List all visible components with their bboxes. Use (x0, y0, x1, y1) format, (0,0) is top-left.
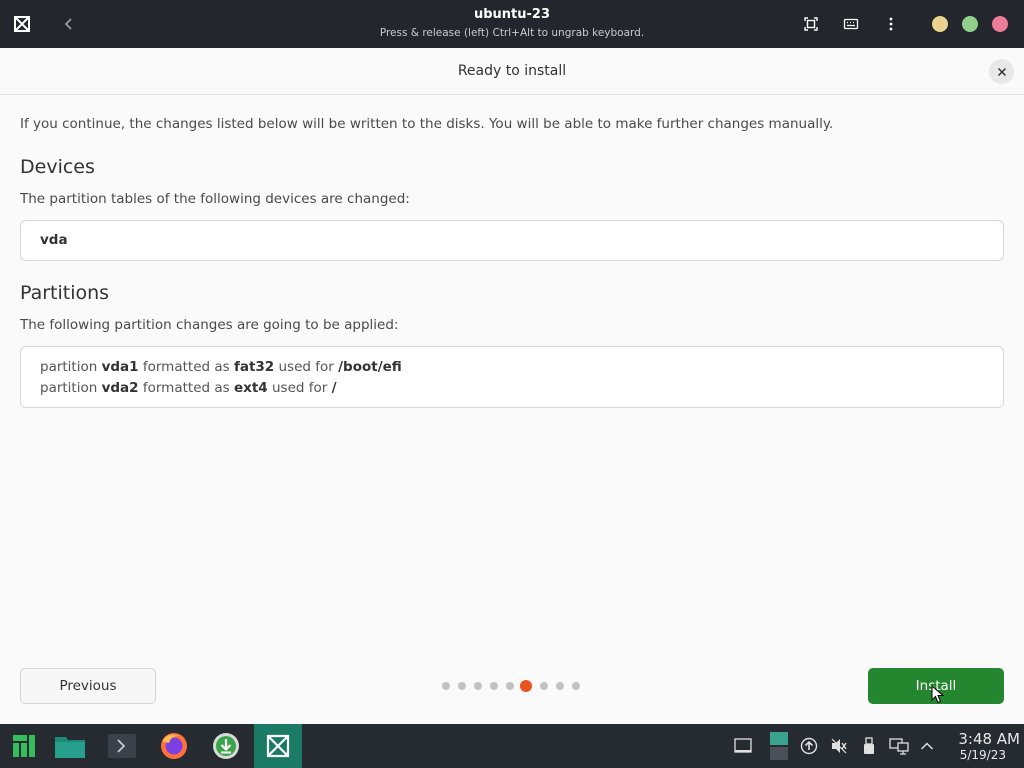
updates-icon[interactable] (799, 736, 819, 756)
previous-button[interactable]: Previous (20, 668, 156, 704)
clock-time[interactable]: 3:48 AM (940, 730, 1020, 748)
page-dot (540, 682, 548, 690)
page-indicator (440, 680, 585, 692)
window-title: ubuntu-23 (473, 7, 551, 22)
partitions-list: partition vda1 formatted as fat32 used f… (20, 346, 1004, 408)
close-window-button[interactable] (992, 16, 1008, 32)
partitions-description: The following partition changes are goin… (20, 317, 399, 333)
devices-heading: Devices (20, 156, 95, 178)
boxes-header-bar: ubuntu-23 Press & release (left) Ctrl+Al… (0, 0, 1024, 48)
kebab-menu-icon[interactable] (879, 12, 903, 36)
volume-muted-icon[interactable] (829, 736, 849, 756)
page-dot (556, 682, 564, 690)
page-dot-active (520, 680, 532, 692)
monitor-icon[interactable] (768, 731, 790, 761)
clock-date[interactable]: 5/19/23 (940, 748, 1006, 762)
manjaro-menu-icon[interactable] (0, 724, 48, 768)
page-title: Ready to install (457, 63, 567, 79)
page-dot (442, 682, 450, 690)
display-icon[interactable] (733, 736, 753, 756)
boxes-menu-icon[interactable] (10, 12, 34, 36)
page-dot (490, 682, 498, 690)
partition-line-vda1: partition vda1 formatted as fat32 used f… (40, 359, 402, 375)
installer-header: Ready to install (0, 48, 1024, 95)
device-item: vda (40, 232, 68, 248)
page-dot (474, 682, 482, 690)
firefox-icon[interactable] (150, 724, 198, 768)
partitions-heading: Partitions (20, 282, 110, 304)
fullscreen-icon[interactable] (799, 12, 823, 36)
network-icon[interactable] (889, 736, 909, 756)
terminal-icon[interactable] (98, 724, 146, 768)
back-chevron-icon[interactable] (57, 12, 81, 36)
page-dot (458, 682, 466, 690)
minimize-button[interactable] (932, 16, 948, 32)
page-dot (572, 682, 580, 690)
download-icon[interactable] (202, 724, 250, 768)
boxes-icon[interactable] (254, 724, 302, 768)
keyboard-icon[interactable] (839, 12, 863, 36)
partition-line-vda2: partition vda2 formatted as ext4 used fo… (40, 380, 337, 396)
mouse-cursor-icon (931, 685, 945, 704)
expand-tray-icon[interactable] (917, 736, 937, 756)
close-icon (997, 67, 1006, 76)
taskbar: 3:48 AM 5/19/23 (0, 724, 1024, 768)
file-manager-icon[interactable] (46, 724, 94, 768)
close-installer-button[interactable] (989, 59, 1014, 84)
devices-description: The partition tables of the following de… (20, 191, 410, 207)
devices-list: vda (20, 220, 1004, 261)
window-subtitle: Press & release (left) Ctrl+Alt to ungra… (379, 27, 645, 39)
usb-icon[interactable] (859, 736, 879, 756)
intro-text: If you continue, the changes listed belo… (20, 116, 834, 132)
maximize-button[interactable] (962, 16, 978, 32)
page-dot (506, 682, 514, 690)
